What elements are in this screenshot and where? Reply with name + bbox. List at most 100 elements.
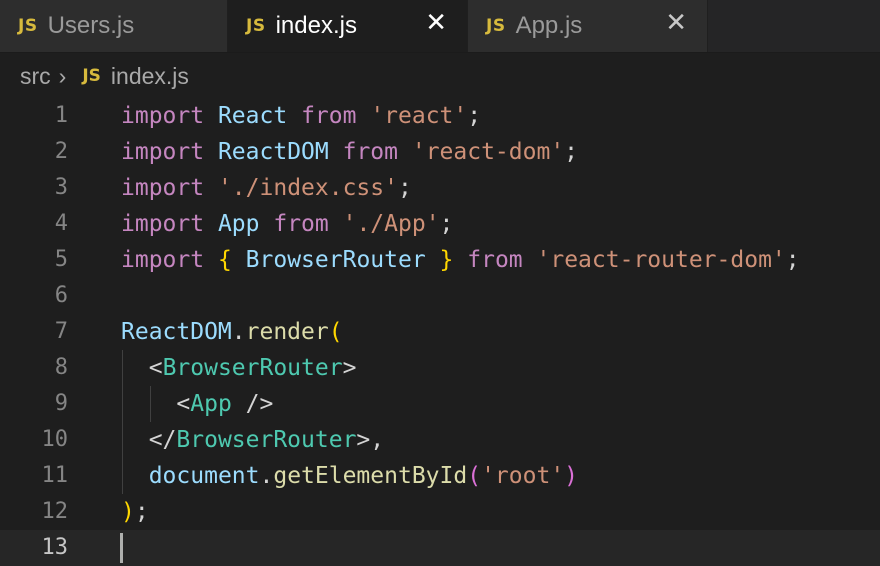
indent-guide bbox=[122, 350, 123, 494]
code-text: import React from 'react'; bbox=[121, 98, 481, 134]
code-token: 'root' bbox=[481, 463, 565, 489]
code-line[interactable]: 7 ReactDOM.render( bbox=[0, 314, 880, 350]
breadcrumb-item-file[interactable]: index.js bbox=[111, 63, 189, 90]
line-number: 10 bbox=[41, 427, 69, 452]
close-icon[interactable]: ✕ bbox=[665, 8, 687, 38]
code-token: < bbox=[148, 355, 163, 381]
code-line[interactable]: 13 bbox=[0, 530, 880, 566]
code-token: ) bbox=[564, 463, 579, 489]
code-token: ) bbox=[121, 499, 135, 525]
code-line[interactable]: 1 import React from 'react'; bbox=[0, 98, 880, 134]
code-token: ; bbox=[397, 175, 412, 201]
line-number: 9 bbox=[54, 391, 68, 416]
code-token: from bbox=[301, 103, 357, 129]
code-line[interactable]: 8 <BrowserRouter> bbox=[0, 350, 880, 386]
line-number: 6 bbox=[54, 283, 68, 308]
code-token: 'react' bbox=[370, 103, 468, 129]
line-number: 11 bbox=[41, 463, 69, 488]
code-text: ReactDOM.render( bbox=[121, 314, 343, 350]
line-number: 1 bbox=[54, 103, 68, 128]
code-token: 'react-dom' bbox=[411, 139, 565, 165]
code-line[interactable]: 10 </BrowserRouter>, bbox=[0, 422, 880, 458]
code-token: </ bbox=[148, 427, 177, 453]
tab-index-js[interactable]: JS index.js ✕ bbox=[228, 0, 468, 52]
code-text: <App /> bbox=[121, 386, 273, 422]
code-token: . bbox=[231, 319, 246, 345]
code-token: document bbox=[148, 463, 260, 489]
line-number: 2 bbox=[54, 139, 68, 164]
code-text: import './index.css'; bbox=[121, 170, 412, 206]
code-token: import bbox=[121, 175, 205, 201]
tab-app-js[interactable]: JS App.js ✕ bbox=[468, 0, 708, 52]
line-number: 8 bbox=[54, 355, 68, 380]
breadcrumb-item-src[interactable]: src bbox=[20, 63, 51, 90]
code-token: App bbox=[190, 391, 232, 417]
code-token: './index.css' bbox=[217, 175, 398, 201]
code-token: BrowserRouter bbox=[245, 247, 426, 273]
code-line[interactable]: 4 import App from './App'; bbox=[0, 206, 880, 242]
code-line[interactable]: 12); bbox=[0, 494, 880, 530]
code-token: ; bbox=[439, 211, 454, 237]
code-token: } bbox=[439, 247, 454, 273]
line-number: 5 bbox=[54, 247, 68, 272]
code-token: > bbox=[342, 355, 357, 381]
code-token: ; bbox=[564, 139, 579, 165]
tab-users-js[interactable]: JS Users.js bbox=[0, 0, 228, 52]
js-file-icon: JS bbox=[82, 66, 101, 86]
code-line[interactable]: 9 <App /> bbox=[0, 386, 880, 422]
code-text: </BrowserRouter>, bbox=[121, 422, 384, 458]
indent-guide bbox=[150, 386, 151, 422]
code-token: from bbox=[342, 139, 398, 165]
code-token: < bbox=[176, 391, 191, 417]
breadcrumb: src › JS index.js bbox=[0, 53, 880, 99]
line-number: 12 bbox=[41, 499, 69, 524]
code-text: <BrowserRouter> bbox=[121, 350, 357, 386]
code-text: import App from './App'; bbox=[121, 206, 453, 242]
code-token: ReactDOM bbox=[217, 139, 329, 165]
line-number: 13 bbox=[41, 535, 69, 560]
code-text: import { BrowserRouter } from 'react-rou… bbox=[121, 242, 800, 278]
code-token: { bbox=[217, 247, 232, 273]
close-icon[interactable]: ✕ bbox=[425, 8, 447, 38]
code-text: ); bbox=[121, 494, 149, 530]
code-line[interactable]: 5 import { BrowserRouter } from 'react-ro… bbox=[0, 242, 880, 278]
code-token: ; bbox=[467, 103, 482, 129]
code-token: ; bbox=[134, 499, 149, 525]
tab-label: Users.js bbox=[47, 12, 135, 39]
code-line[interactable]: 2 import ReactDOM from 'react-dom'; bbox=[0, 134, 880, 170]
text-cursor bbox=[120, 533, 123, 563]
code-token: ; bbox=[785, 247, 800, 273]
code-token: ( bbox=[467, 463, 482, 489]
code-token: BrowserRouter bbox=[176, 427, 357, 453]
js-file-icon: JS bbox=[486, 16, 506, 36]
tab-label: index.js bbox=[275, 12, 357, 39]
code-token: from bbox=[467, 247, 523, 273]
code-line[interactable]: 3 import './index.css'; bbox=[0, 170, 880, 206]
code-line[interactable]: 6 bbox=[0, 278, 880, 314]
code-token: BrowserRouter bbox=[162, 355, 343, 381]
code-editor[interactable]: 13 12); 11 document.getElementById('root')… bbox=[0, 98, 880, 566]
code-token: 'react-router-dom' bbox=[536, 247, 786, 273]
code-line[interactable]: 11 document.getElementById('root') bbox=[0, 458, 880, 494]
code-text: document.getElementById('root') bbox=[121, 458, 578, 494]
code-token: ( bbox=[328, 319, 343, 345]
code-token: import bbox=[121, 103, 205, 129]
js-file-icon: JS bbox=[246, 16, 266, 36]
line-number: 7 bbox=[54, 319, 68, 344]
code-token: >, bbox=[356, 427, 385, 453]
code-token: . bbox=[259, 463, 274, 489]
js-file-icon: JS bbox=[18, 16, 38, 36]
